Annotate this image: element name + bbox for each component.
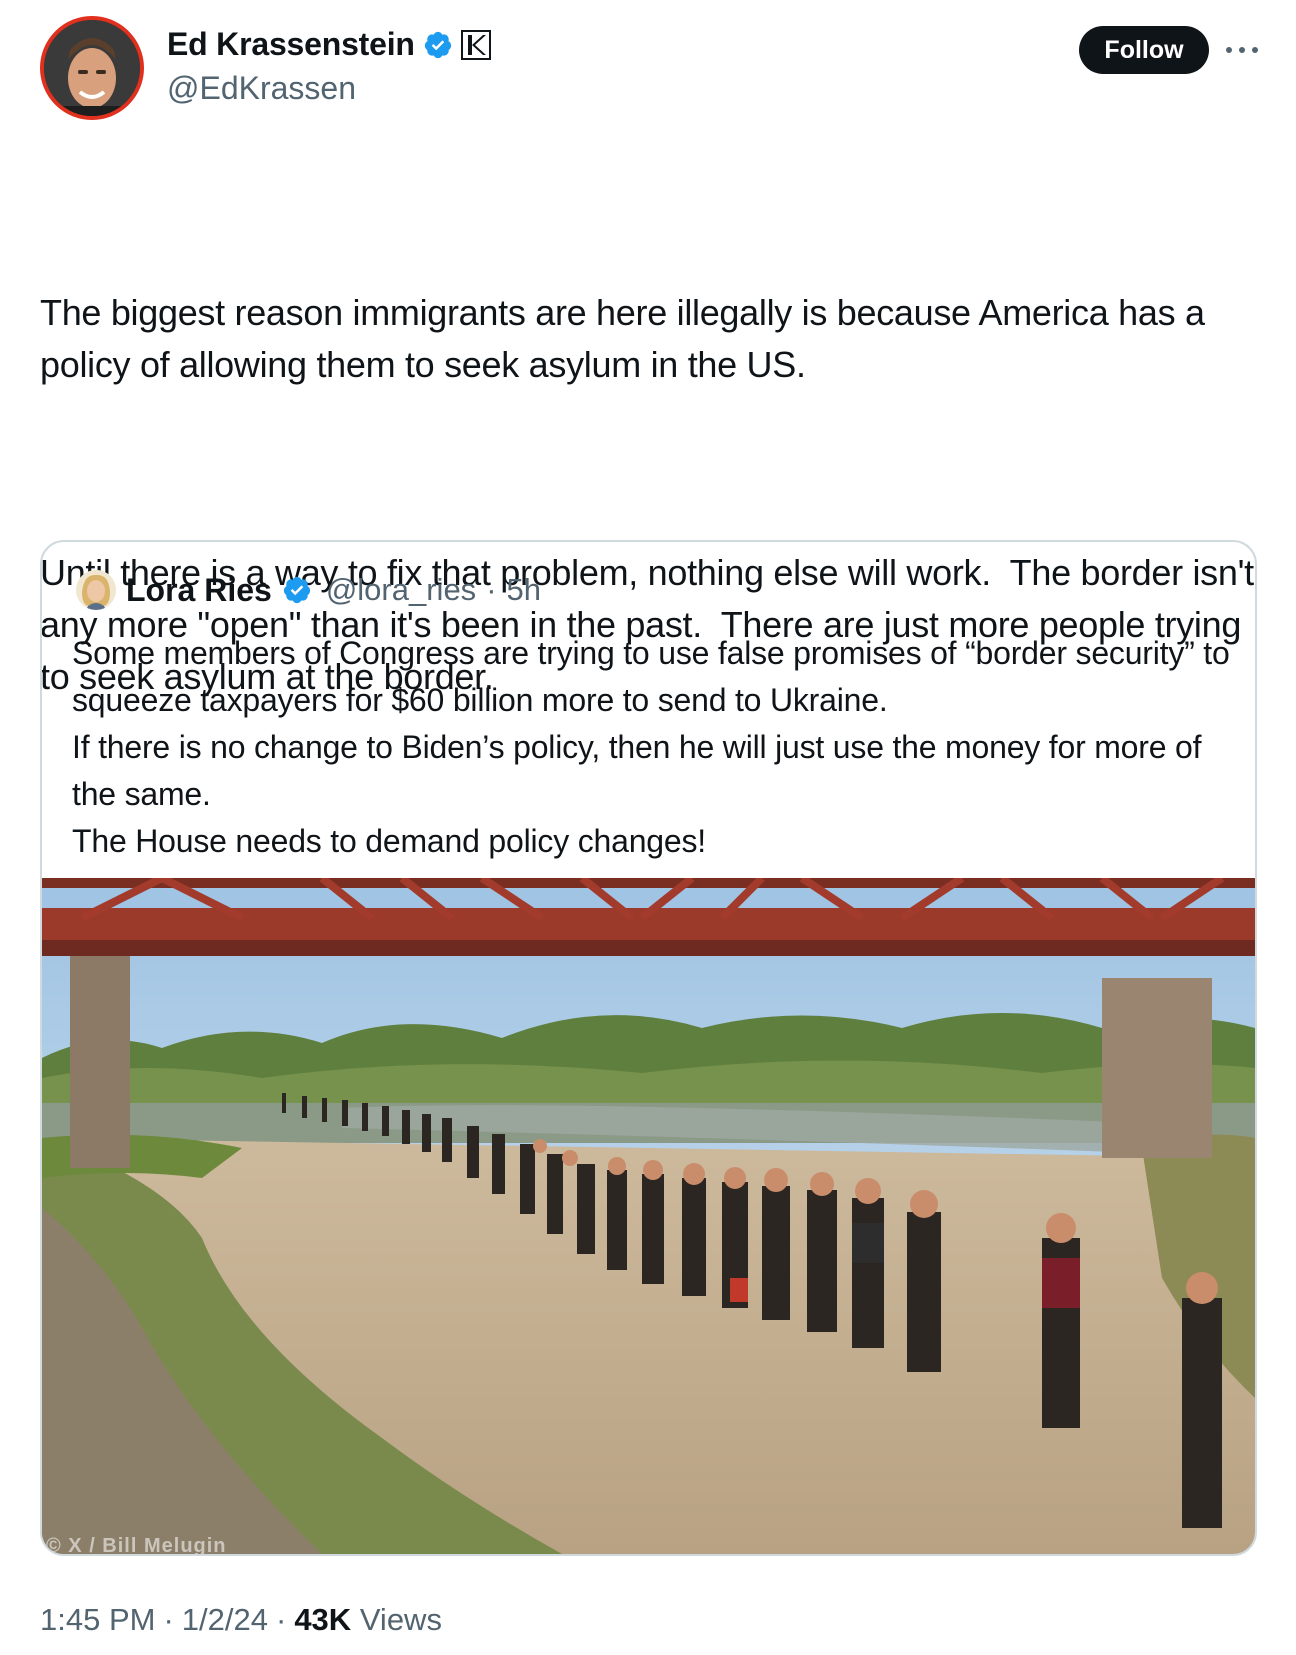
- tweet-paragraph: The biggest reason immigrants are here i…: [40, 292, 1215, 385]
- verified-badge-icon[interactable]: [282, 575, 312, 605]
- views-count: 43K: [294, 1602, 352, 1637]
- follow-button[interactable]: Follow: [1079, 26, 1209, 74]
- author-avatar[interactable]: [40, 16, 144, 120]
- more-dot: [1252, 47, 1258, 53]
- quoted-time[interactable]: 5h: [507, 572, 541, 608]
- tweet-meta: 1:45 PM · 1/2/24 · 43K Views: [40, 1602, 442, 1638]
- more-dot: [1239, 47, 1245, 53]
- views-label: Views: [359, 1602, 442, 1637]
- views-block[interactable]: 43K Views: [294, 1602, 442, 1638]
- author-display-name[interactable]: Ed Krassenstein: [167, 26, 415, 63]
- meta-separator: ·: [275, 1602, 287, 1637]
- more-options-icon[interactable]: [1226, 38, 1258, 62]
- author-handle[interactable]: @EdKrassen: [167, 70, 356, 107]
- quoted-tweet-card[interactable]: Lora Ries @lora_ries · 5h Some members o…: [40, 540, 1257, 1556]
- tweet-time[interactable]: 1:45 PM: [40, 1602, 155, 1638]
- author-name-row: Ed Krassenstein: [167, 26, 491, 63]
- quoted-line: The House needs to demand policy changes…: [72, 823, 706, 859]
- verified-badge-icon[interactable]: [423, 30, 453, 60]
- affiliate-badge-icon[interactable]: [460, 29, 491, 60]
- quoted-author-name[interactable]: Lora Ries: [126, 572, 272, 609]
- meta-separator: ·: [163, 1602, 174, 1637]
- quoted-separator: ·: [486, 572, 497, 607]
- quoted-author-handle[interactable]: @lora_ries: [326, 572, 476, 608]
- quoted-tweet-photo[interactable]: © X / Bill Melugin: [42, 878, 1255, 1554]
- quoted-line: Some members of Congress are trying to u…: [72, 635, 1230, 718]
- photo-watermark: © X / Bill Melugin: [46, 1535, 227, 1554]
- tweet-date[interactable]: 1/2/24: [182, 1602, 268, 1638]
- more-dot: [1226, 47, 1232, 53]
- quoted-line: If there is no change to Biden’s policy,…: [72, 729, 1202, 812]
- quoted-author-avatar[interactable]: [76, 570, 116, 610]
- quoted-tweet-header: Lora Ries @lora_ries · 5h: [76, 570, 541, 610]
- quoted-tweet-text: Some members of Congress are trying to u…: [72, 630, 1232, 865]
